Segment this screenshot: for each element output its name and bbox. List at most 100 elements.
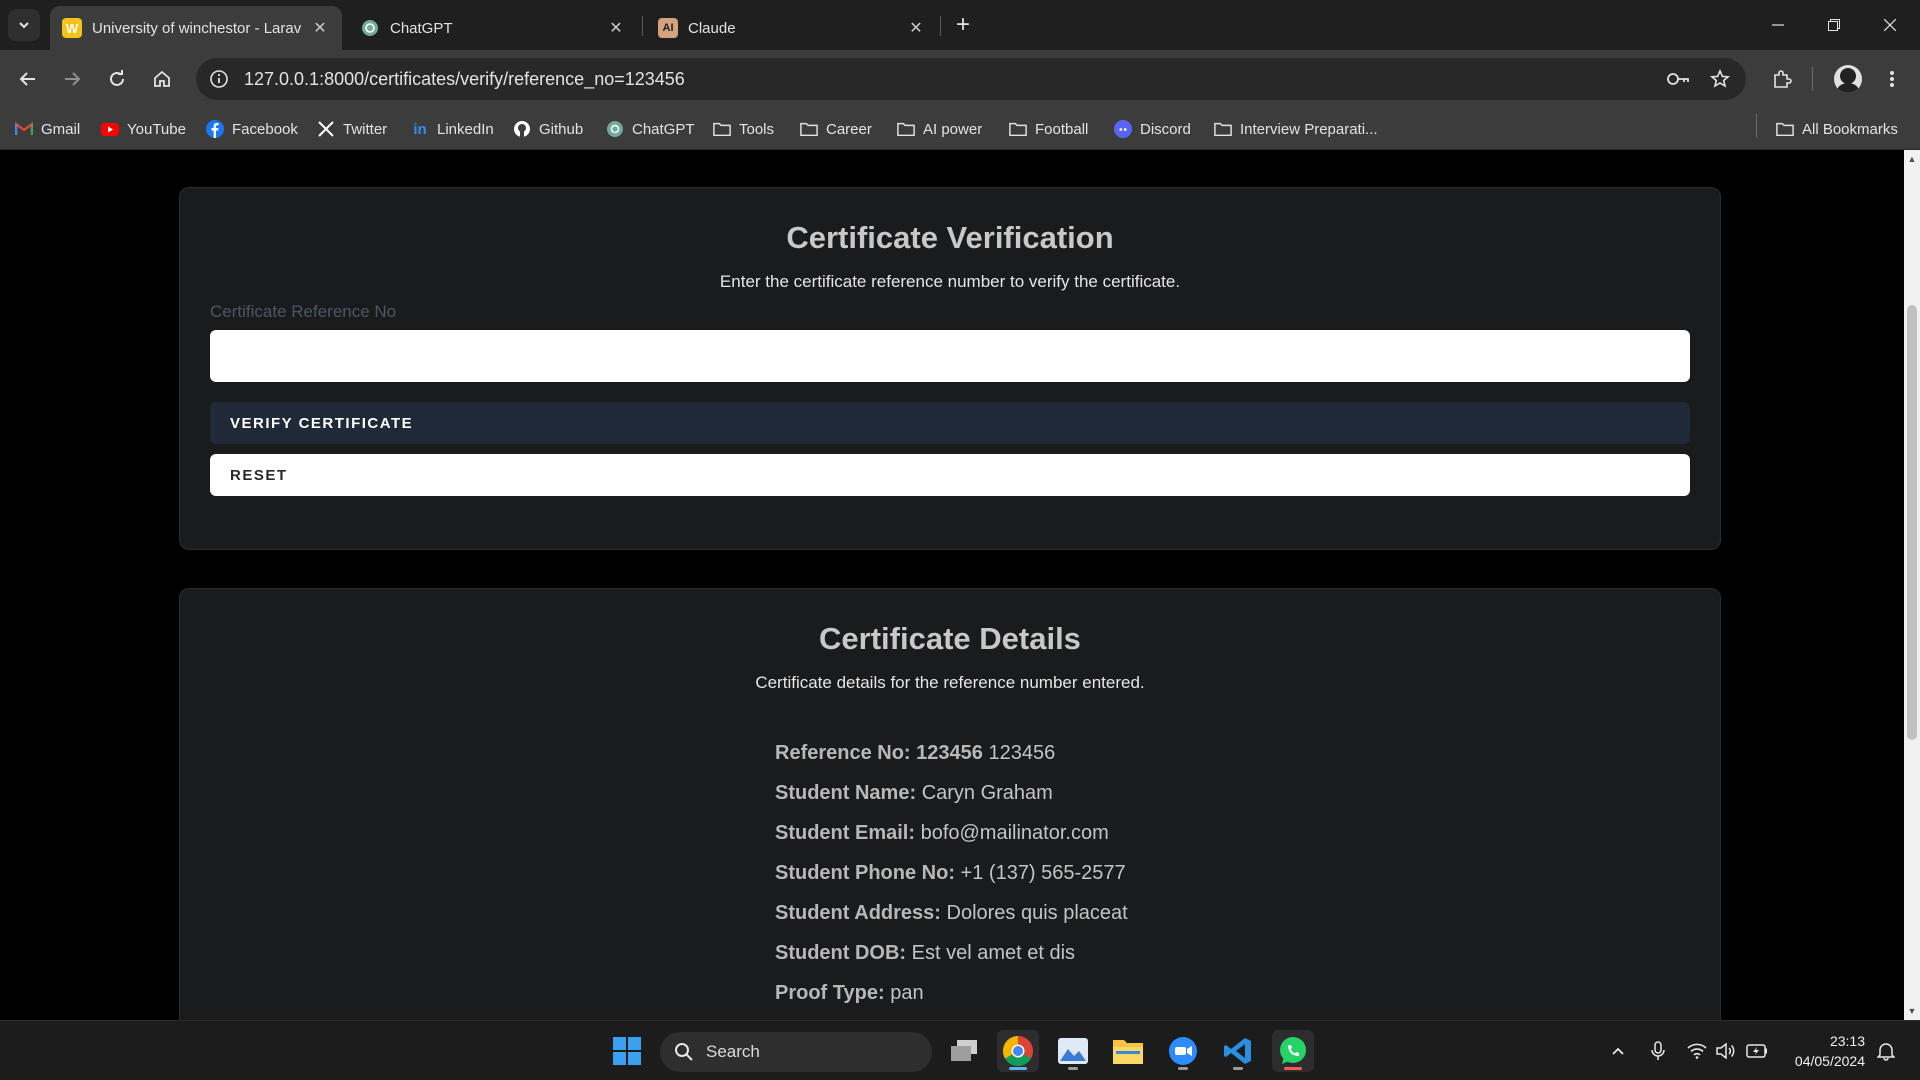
close-window-button[interactable]	[1862, 0, 1918, 50]
bookmark-gmail[interactable]: Gmail	[15, 117, 80, 141]
verification-card: Certificate Verification Enter the certi…	[179, 187, 1721, 550]
bookmark-facebook[interactable]: Facebook	[206, 117, 298, 141]
battery-icon[interactable]	[1744, 1039, 1770, 1063]
password-key-icon[interactable]	[1662, 63, 1694, 95]
system-clock[interactable]: 23:13 04/05/2024	[1785, 1031, 1865, 1071]
chrome-menu-button[interactable]	[1876, 63, 1908, 95]
address-bar[interactable]: 127.0.0.1:8000/certificates/verify/refer…	[196, 58, 1746, 100]
bookmark-star-icon[interactable]	[1704, 63, 1736, 95]
all-bookmarks-label: All Bookmarks	[1802, 120, 1898, 138]
restore-button[interactable]	[1806, 0, 1862, 50]
detail-value: Dolores quis placeat	[946, 902, 1128, 924]
back-button[interactable]	[12, 63, 44, 95]
close-tab-icon[interactable]: ✕	[906, 18, 926, 38]
wifi-icon[interactable]	[1684, 1039, 1710, 1063]
detail-key: Proof Type:	[775, 982, 885, 1004]
page-scrollbar[interactable]: ▲ ▼	[1904, 150, 1920, 1020]
bookmark-linkedin[interactable]: in LinkedIn	[411, 117, 493, 141]
tab-chatgpt[interactable]: ChatGPT ✕	[348, 6, 638, 50]
all-bookmarks-button[interactable]: All Bookmarks	[1776, 117, 1898, 141]
facebook-icon	[206, 120, 224, 138]
new-tab-button[interactable]: +	[950, 11, 976, 38]
chrome-icon	[1002, 1036, 1033, 1067]
home-icon	[154, 70, 170, 87]
bookmark-label: AI power	[923, 120, 983, 138]
taskbar-whatsapp[interactable]	[1272, 1030, 1314, 1072]
vscode-icon	[1224, 1038, 1251, 1064]
volume-icon[interactable]	[1714, 1039, 1738, 1063]
reset-button[interactable]: RESET	[210, 454, 1690, 496]
bookmarks-bar: Gmail YouTube Facebook Twitter in Linked…	[0, 108, 1920, 150]
bookmark-youtube[interactable]: YouTube	[101, 117, 186, 141]
close-tab-icon[interactable]: ✕	[606, 18, 626, 38]
folder-icon	[897, 120, 915, 138]
details-title: Certificate Details	[819, 621, 1081, 656]
arrow-right-icon	[65, 72, 81, 86]
reference-field-label: Certificate Reference No	[210, 302, 397, 321]
task-view-button[interactable]	[943, 1030, 985, 1072]
restore-icon	[1828, 19, 1840, 31]
site-info-icon[interactable]	[206, 66, 232, 92]
reload-button[interactable]	[101, 63, 133, 95]
extensions-button[interactable]	[1766, 63, 1798, 95]
microphone-icon[interactable]	[1646, 1039, 1670, 1063]
home-button[interactable]	[146, 63, 178, 95]
folder-icon	[1214, 120, 1232, 138]
bookmark-label: YouTube	[127, 120, 186, 138]
bookmark-chatgpt[interactable]: ChatGPT	[606, 117, 695, 141]
detail-reference-no: Reference No: 123456 123456	[775, 733, 1720, 773]
scroll-down-arrow-icon[interactable]: ▼	[1907, 1006, 1917, 1016]
taskbar-photos[interactable]	[1052, 1030, 1094, 1072]
show-hidden-icons-button[interactable]	[1606, 1039, 1630, 1063]
search-icon	[675, 1043, 693, 1061]
bookmark-label: Gmail	[41, 120, 81, 138]
chatgpt-icon	[606, 120, 624, 138]
bookmark-folder-career[interactable]: Career	[800, 117, 872, 141]
forward-button[interactable]	[56, 63, 88, 95]
minimize-button[interactable]	[1750, 0, 1806, 50]
puzzle-icon	[1774, 70, 1792, 88]
notifications-bell-icon[interactable]	[1874, 1039, 1898, 1063]
more-vertical-icon	[1890, 71, 1894, 87]
taskbar-vscode[interactable]	[1217, 1030, 1259, 1072]
taskbar-chrome[interactable]	[997, 1030, 1039, 1072]
running-indicator	[1009, 1067, 1027, 1070]
bookmark-folder-tools[interactable]: Tools	[713, 117, 774, 141]
bookmark-discord[interactable]: Discord	[1114, 117, 1191, 141]
bookmark-folder-ai-power[interactable]: AI power	[897, 117, 982, 141]
tab-search-button[interactable]	[8, 9, 40, 41]
reference-no-input[interactable]	[210, 330, 1690, 382]
close-tab-icon[interactable]: ✕	[310, 18, 330, 38]
bookmark-label: Github	[539, 120, 584, 138]
bookmark-github[interactable]: Github	[513, 117, 583, 141]
detail-key: Student Phone No:	[775, 862, 955, 884]
detail-key: Student Name:	[775, 782, 917, 804]
start-button[interactable]	[606, 1030, 648, 1072]
bookmark-label: Football	[1035, 120, 1089, 138]
scroll-thumb[interactable]	[1907, 305, 1917, 740]
bookmark-folder-interview[interactable]: Interview Preparati...	[1214, 117, 1378, 141]
chevron-down-icon	[19, 22, 29, 29]
taskbar-search[interactable]: Search	[660, 1032, 932, 1072]
tab-claude[interactable]: AI Claude ✕	[646, 6, 938, 50]
tab-title: University of winchestor - Larav	[92, 19, 302, 37]
taskbar-file-explorer[interactable]	[1107, 1030, 1149, 1072]
scroll-up-arrow-icon[interactable]: ▲	[1907, 154, 1917, 164]
detail-value: pan	[890, 982, 924, 1004]
bookmark-folder-football[interactable]: Football	[1009, 117, 1088, 141]
detail-value: Est vel amet et dis	[911, 942, 1076, 964]
reload-icon	[110, 70, 124, 86]
chatgpt-favicon-icon	[360, 18, 380, 38]
bookmark-twitter[interactable]: Twitter	[317, 117, 387, 141]
detail-value: +1 (137) 565-2577	[960, 862, 1126, 884]
folder-icon	[713, 120, 731, 138]
detail-proof-type: Proof Type: pan	[775, 973, 1720, 1013]
profile-avatar[interactable]	[1834, 65, 1862, 93]
linkedin-icon: in	[413, 120, 427, 138]
taskbar-zoom[interactable]	[1162, 1030, 1204, 1072]
bookmark-label: Discord	[1140, 120, 1191, 138]
bookmarks-divider	[1756, 114, 1757, 138]
running-indicator	[1178, 1067, 1188, 1070]
tab-university[interactable]: W University of winchestor - Larav ✕	[50, 6, 342, 50]
verify-certificate-button[interactable]: VERIFY CERTIFICATE	[210, 402, 1690, 444]
